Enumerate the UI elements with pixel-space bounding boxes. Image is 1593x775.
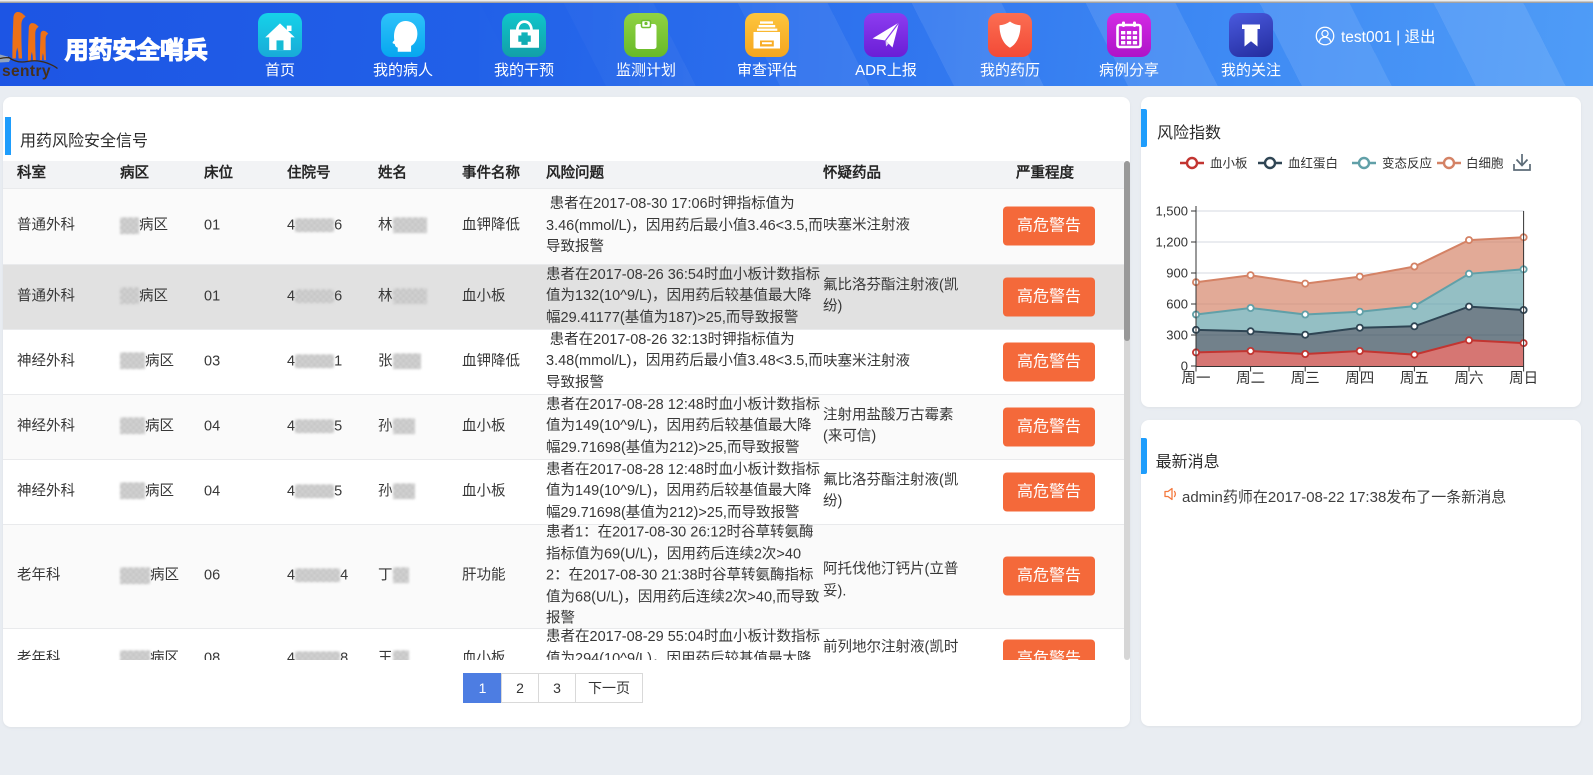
svg-text:血红蛋白: 血红蛋白 [1288, 156, 1338, 171]
svg-text:300: 300 [1166, 328, 1188, 343]
svg-text:血小板: 血小板 [1210, 157, 1248, 171]
svg-text:周五: 周五 [1400, 371, 1429, 387]
svg-text:白细胞: 白细胞 [1466, 156, 1504, 171]
svg-text:sentry: sentry [2, 63, 51, 80]
svg-text:周四: 周四 [1345, 371, 1374, 387]
svg-text:周三: 周三 [1291, 371, 1320, 387]
svg-text:周日: 周日 [1509, 371, 1538, 387]
svg-text:变态反应: 变态反应 [1382, 156, 1432, 171]
svg-text:1,200: 1,200 [1155, 235, 1188, 250]
svg-text:1,500: 1,500 [1155, 204, 1188, 219]
svg-text:周一: 周一 [1182, 371, 1211, 387]
svg-text:周六: 周六 [1455, 370, 1484, 387]
svg-text:周二: 周二 [1236, 371, 1265, 387]
svg-text:600: 600 [1166, 297, 1188, 312]
svg-text:900: 900 [1166, 266, 1188, 281]
